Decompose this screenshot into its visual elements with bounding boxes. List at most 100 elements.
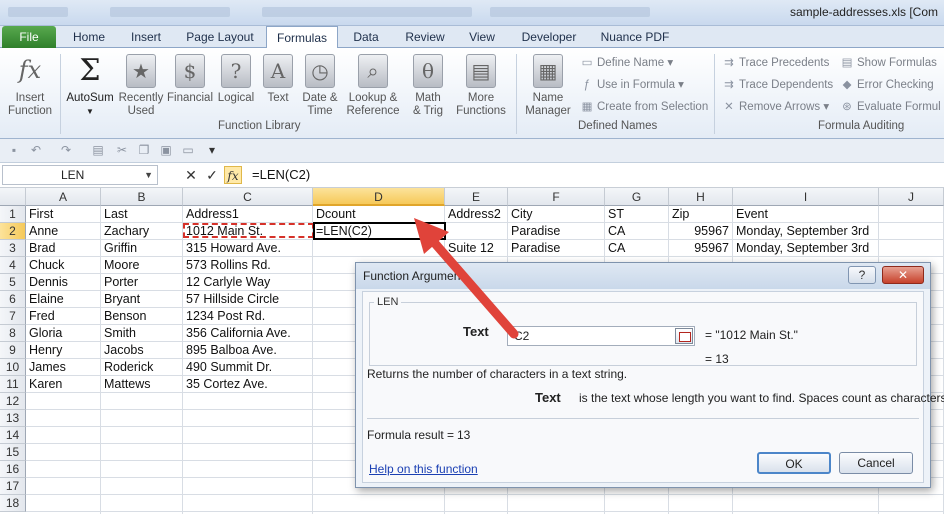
more-functions-button[interactable]: ▤ More Functions	[452, 54, 510, 118]
row-header-1[interactable]: 1	[0, 206, 26, 223]
column-header-g[interactable]: G	[605, 188, 669, 206]
column-header-h[interactable]: H	[669, 188, 733, 206]
cell-a6[interactable]: Elaine	[26, 291, 101, 308]
cancel-button[interactable]: Cancel	[839, 452, 913, 474]
cell-b5[interactable]: Porter	[101, 274, 183, 291]
tab-file[interactable]: File	[2, 26, 56, 48]
cell-b6[interactable]: Bryant	[101, 291, 183, 308]
logical-button[interactable]: ? Logical	[216, 54, 256, 105]
dialog-title-bar[interactable]: Function Argument ? ✕	[356, 263, 930, 289]
select-all-corner[interactable]	[0, 188, 26, 206]
cell-h3[interactable]: 95967	[669, 240, 733, 257]
tab-page-layout[interactable]: Page Layout	[178, 26, 262, 48]
tab-formulas[interactable]: Formulas	[266, 26, 338, 49]
cell-b8[interactable]: Smith	[101, 325, 183, 342]
column-header-j[interactable]: J	[879, 188, 944, 206]
row-header-7[interactable]: 7	[0, 308, 26, 325]
name-box[interactable]: LEN ▼	[2, 165, 158, 185]
cell-a9[interactable]: Henry	[26, 342, 101, 359]
cell-g3[interactable]: CA	[605, 240, 669, 257]
name-manager-button[interactable]: ▦ Name Manager	[522, 54, 574, 118]
cell-a10[interactable]: James	[26, 359, 101, 376]
cell-c10[interactable]: 490 Summit Dr.	[183, 359, 313, 376]
column-header-d[interactable]: D	[313, 188, 445, 206]
cell-i2[interactable]: Monday, September 3rd	[733, 223, 879, 240]
window-icon[interactable]: ▭	[180, 142, 196, 158]
remove-arrows-button[interactable]: ✕ Remove Arrows ▾	[722, 99, 829, 113]
cell-a8[interactable]: Gloria	[26, 325, 101, 342]
cell-b2[interactable]: Zachary	[101, 223, 183, 240]
save-icon[interactable]: ▪	[6, 142, 22, 158]
column-header-c[interactable]: C	[183, 188, 313, 206]
use-in-formula-button[interactable]: ƒ Use in Formula ▾	[580, 77, 684, 91]
row-header-2[interactable]: 2	[0, 223, 26, 240]
cell-b11[interactable]: Mattews	[101, 376, 183, 393]
row-header-13[interactable]: 13	[0, 410, 26, 427]
cell-h2[interactable]: 95967	[669, 223, 733, 240]
row-header-4[interactable]: 4	[0, 257, 26, 274]
help-button[interactable]: ?	[848, 266, 876, 284]
cell-g1[interactable]: ST	[605, 206, 669, 223]
evaluate-formula-button[interactable]: ⊛ Evaluate Formul	[840, 99, 941, 113]
error-checking-button[interactable]: ◆ Error Checking	[840, 77, 934, 91]
cell-a5[interactable]: Dennis	[26, 274, 101, 291]
show-formulas-button[interactable]: ▤ Show Formulas	[840, 55, 937, 69]
financial-button[interactable]: $ Financial	[166, 54, 214, 105]
cell-a11[interactable]: Karen	[26, 376, 101, 393]
cell-i1[interactable]: Event	[733, 206, 879, 223]
autosum-button[interactable]: Σ AutoSum ▼	[64, 54, 116, 118]
cell-g2[interactable]: CA	[605, 223, 669, 240]
cell-a7[interactable]: Fred	[26, 308, 101, 325]
recently-used-button[interactable]: ★ Recently Used	[118, 54, 164, 118]
row-header-18[interactable]: 18	[0, 495, 26, 512]
tab-nuance-pdf[interactable]: Nuance PDF	[592, 26, 678, 48]
cell-f1[interactable]: City	[508, 206, 605, 223]
cell-c6[interactable]: 57 Hillside Circle	[183, 291, 313, 308]
create-from-selection-button[interactable]: ▦ Create from Selection	[580, 99, 709, 113]
cell-f2[interactable]: Paradise	[508, 223, 605, 240]
tab-home[interactable]: Home	[62, 26, 116, 48]
cell-b9[interactable]: Jacobs	[101, 342, 183, 359]
name-box-dropdown-icon[interactable]: ▼	[144, 166, 153, 184]
active-cell-d2[interactable]	[313, 222, 446, 240]
row-header-10[interactable]: 10	[0, 359, 26, 376]
row-header-11[interactable]: 11	[0, 376, 26, 393]
math-trig-button[interactable]: θ Math & Trig	[406, 54, 450, 118]
cell-c7[interactable]: 1234 Post Rd.	[183, 308, 313, 325]
undo-icon[interactable]: ↶	[28, 142, 44, 158]
print-icon[interactable]: ▤	[90, 142, 106, 158]
cell-c9[interactable]: 895 Balboa Ave.	[183, 342, 313, 359]
row-header-16[interactable]: 16	[0, 461, 26, 478]
cell-h1[interactable]: Zip	[669, 206, 733, 223]
cell-b7[interactable]: Benson	[101, 308, 183, 325]
cell-c3[interactable]: 315 Howard Ave.	[183, 240, 313, 257]
cancel-entry-icon[interactable]: ✕	[182, 166, 200, 184]
cell-a4[interactable]: Chuck	[26, 257, 101, 274]
cell-b1[interactable]: Last	[101, 206, 183, 223]
tab-view[interactable]: View	[458, 26, 506, 48]
tab-developer[interactable]: Developer	[514, 26, 584, 48]
insert-function-button[interactable]: fx Insert Function	[4, 54, 56, 118]
customize-toolbar-icon[interactable]: ▾	[204, 142, 220, 158]
cell-c1[interactable]: Address1	[183, 206, 313, 223]
text-button[interactable]: A Text	[262, 54, 294, 105]
column-header-i[interactable]: I	[733, 188, 879, 206]
cell-b4[interactable]: Moore	[101, 257, 183, 274]
tab-review[interactable]: Review	[398, 26, 452, 48]
column-header-f[interactable]: F	[508, 188, 605, 206]
row-header-3[interactable]: 3	[0, 240, 26, 257]
date-time-button[interactable]: ◷ Date & Time	[298, 54, 342, 118]
column-header-b[interactable]: B	[101, 188, 183, 206]
trace-precedents-button[interactable]: ⇉ Trace Precedents	[722, 55, 829, 69]
collapse-dialog-icon[interactable]	[675, 328, 693, 344]
lookup-reference-button[interactable]: ⌕ Lookup & Reference	[344, 54, 402, 118]
redo-icon[interactable]: ↷	[58, 142, 74, 158]
paste-icon[interactable]: ▣	[158, 142, 174, 158]
help-on-function-link[interactable]: Help on this function	[369, 462, 478, 476]
cell-c4[interactable]: 573 Rollins Rd.	[183, 257, 313, 274]
cell-a2[interactable]: Anne	[26, 223, 101, 240]
row-header-9[interactable]: 9	[0, 342, 26, 359]
cell-e3[interactable]: Suite 12	[445, 240, 508, 257]
row-header-15[interactable]: 15	[0, 444, 26, 461]
cell-c5[interactable]: 12 Carlyle Way	[183, 274, 313, 291]
